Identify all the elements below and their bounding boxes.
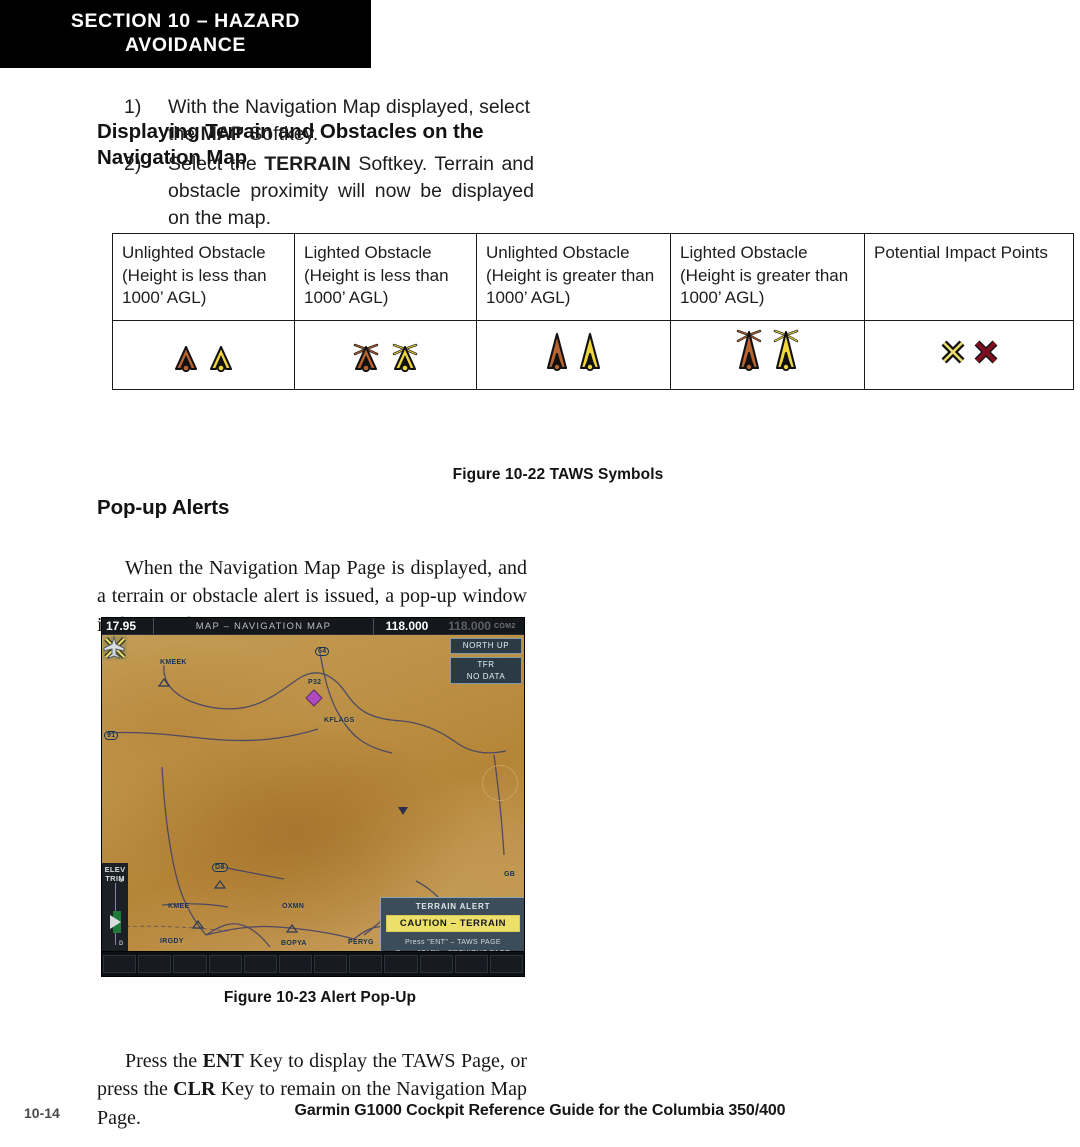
softkey-name-map: MAP bbox=[200, 122, 244, 145]
terrain-alert-title: TERRAIN ALERT bbox=[415, 902, 491, 911]
map-orientation-label: NORTH UP bbox=[462, 641, 510, 650]
table-header-cell: Lighted Obstacle (Height is greater than… bbox=[670, 233, 865, 321]
softkey-button[interactable] bbox=[173, 955, 207, 973]
map-label: D8 bbox=[212, 863, 228, 872]
range-ring bbox=[482, 765, 518, 801]
traffic-marker-icon bbox=[398, 807, 408, 815]
tfr-status-box[interactable]: TFR NO DATA bbox=[450, 657, 522, 685]
potential-impact-point-yellow-icon bbox=[940, 339, 966, 372]
symbol-cell-unlighted-short bbox=[112, 319, 295, 390]
symbol-cell-lighted-tall bbox=[670, 319, 865, 390]
list-item: 1) With the Navigation Map displayed, se… bbox=[124, 94, 534, 147]
table-header-cell: Unlighted Obstacle (Height is less than … bbox=[112, 233, 295, 321]
unlighted-obstacle-tall-yellow-icon bbox=[578, 332, 602, 379]
softkey-button[interactable] bbox=[103, 955, 137, 973]
softkey-button[interactable] bbox=[314, 955, 348, 973]
altitude-readout: 17.95 bbox=[102, 618, 154, 634]
table-row-symbols bbox=[112, 319, 1074, 390]
elevator-trim-indicator: ELEV TRIM U D bbox=[102, 863, 128, 953]
caution-terrain-banner: CAUTION – TERRAIN bbox=[386, 915, 520, 932]
softkey-bar bbox=[102, 951, 524, 976]
potential-impact-point-red-icon bbox=[973, 339, 999, 372]
g1000-top-bar: 17.95 MAP – NAVIGATION MAP 118.000 118.0… bbox=[102, 618, 524, 635]
softkey-button[interactable] bbox=[243, 955, 277, 973]
softkey-button[interactable] bbox=[208, 955, 242, 973]
elev-trim-pointer bbox=[110, 915, 121, 929]
lighted-obstacle-short-brown-icon bbox=[351, 342, 381, 379]
map-label: 64 bbox=[315, 647, 330, 656]
list-item-number: 1) bbox=[124, 96, 142, 118]
table-header-cell: Unlighted Obstacle (Height is greater th… bbox=[476, 233, 671, 321]
page-title-readout: MAP – NAVIGATION MAP bbox=[154, 618, 374, 634]
map-label: IRGDY bbox=[160, 938, 184, 945]
list-item-text: With the Navigation Map displayed, selec… bbox=[168, 94, 534, 147]
softkey-button[interactable] bbox=[384, 955, 418, 973]
ownship-aircraft-icon bbox=[103, 635, 125, 659]
table-header-cell: Lighted Obstacle (Height is less than 10… bbox=[294, 233, 477, 321]
section-banner-text: SECTION 10 – HAZARD AVOIDANCE bbox=[70, 10, 301, 56]
lighted-obstacle-short-yellow-icon bbox=[390, 342, 420, 379]
lighted-obstacle-tall-yellow-icon bbox=[772, 328, 800, 379]
ent-text-part1: Press the bbox=[125, 1050, 203, 1072]
map-label: PERYG bbox=[348, 939, 374, 946]
figure-caption-10-23: Figure 10-23 Alert Pop-Up bbox=[223, 989, 417, 1006]
key-name-clr: CLR bbox=[173, 1078, 216, 1101]
softkey-button[interactable] bbox=[454, 955, 488, 973]
softkey-button[interactable] bbox=[489, 955, 524, 973]
softkey-name-terrain: TERRAIN bbox=[264, 153, 351, 176]
step-text-after: Softkey. bbox=[243, 122, 319, 145]
softkey-button[interactable] bbox=[278, 955, 313, 973]
alert-instruction-ent: Press "ENT" – TAWS PAGE bbox=[405, 939, 501, 946]
tfr-status: NO DATA bbox=[466, 671, 506, 681]
softkey-button[interactable] bbox=[349, 955, 383, 973]
map-label: BOPYA bbox=[281, 940, 307, 947]
table-row-headers: Unlighted Obstacle (Height is less than … bbox=[112, 233, 1074, 321]
symbol-cell-unlighted-tall bbox=[476, 319, 671, 390]
list-item: 2) Select the TERRAIN Softkey. Terrain a… bbox=[124, 151, 534, 231]
step-text-before: Select the bbox=[168, 153, 265, 176]
flight-plan-waypoint-icon bbox=[305, 689, 323, 707]
figure-caption-10-22: Figure 10-22 TAWS Symbols bbox=[452, 466, 664, 483]
key-name-ent: ENT bbox=[202, 1050, 244, 1072]
standby-frequency-value: 118.000 bbox=[448, 619, 491, 633]
map-orientation-box[interactable]: NORTH UP bbox=[450, 638, 522, 654]
g1000-navigation-map-screenshot: 17.95 MAP – NAVIGATION MAP 118.000 118.0… bbox=[101, 617, 525, 977]
map-label: 91 bbox=[104, 731, 119, 740]
terrain-alert-popup[interactable]: TERRAIN ALERT CAUTION – TERRAIN Press "E… bbox=[380, 897, 524, 953]
taws-symbols-table: Unlighted Obstacle (Height is less than … bbox=[112, 233, 1074, 390]
map-label: OXMN bbox=[282, 903, 305, 910]
tfr-label: TFR bbox=[477, 660, 495, 669]
map-canvas[interactable]: KMEEK 64 P32 KFLAGS 91 D8 KMEE IRGDY OXM… bbox=[102, 635, 524, 953]
unlighted-obstacle-tall-brown-icon bbox=[545, 332, 569, 379]
symbol-cell-impact-points bbox=[864, 319, 1074, 390]
com2-label: COM2 bbox=[493, 622, 516, 630]
symbol-cell-lighted-short bbox=[294, 319, 477, 390]
softkey-button[interactable] bbox=[138, 955, 172, 973]
map-label: P32 bbox=[308, 679, 322, 686]
elev-trim-down-mark: D bbox=[119, 941, 124, 947]
procedure-list: 1) With the Navigation Map displayed, se… bbox=[124, 94, 534, 236]
section-banner: SECTION 10 – HAZARD AVOIDANCE bbox=[0, 0, 371, 68]
softkey-button[interactable] bbox=[419, 955, 453, 973]
map-label: GB bbox=[504, 871, 516, 878]
footer-title: Garmin G1000 Cockpit Reference Guide for… bbox=[294, 1102, 786, 1119]
table-header-cell: Potential Impact Points bbox=[864, 233, 1074, 321]
map-label: KMEE bbox=[168, 903, 190, 910]
list-item-number: 2) bbox=[124, 153, 142, 176]
standby-com-frequency: 118.000 COM2 bbox=[440, 618, 524, 634]
section-heading-popup-alerts: Pop-up Alerts bbox=[97, 496, 230, 519]
elev-trim-label-line2: TRIM bbox=[105, 873, 125, 883]
map-label: KFLAGS bbox=[324, 717, 355, 724]
map-label: KMEEK bbox=[160, 659, 187, 666]
unlighted-obstacle-short-brown-icon bbox=[173, 344, 199, 379]
elev-trim-up-mark: U bbox=[119, 878, 124, 884]
lighted-obstacle-tall-brown-icon bbox=[735, 328, 763, 379]
active-com-frequency: 118.000 bbox=[385, 619, 429, 633]
list-item-text: Select the TERRAIN Softkey. Terrain and … bbox=[168, 151, 534, 231]
unlighted-obstacle-short-yellow-icon bbox=[208, 344, 234, 379]
